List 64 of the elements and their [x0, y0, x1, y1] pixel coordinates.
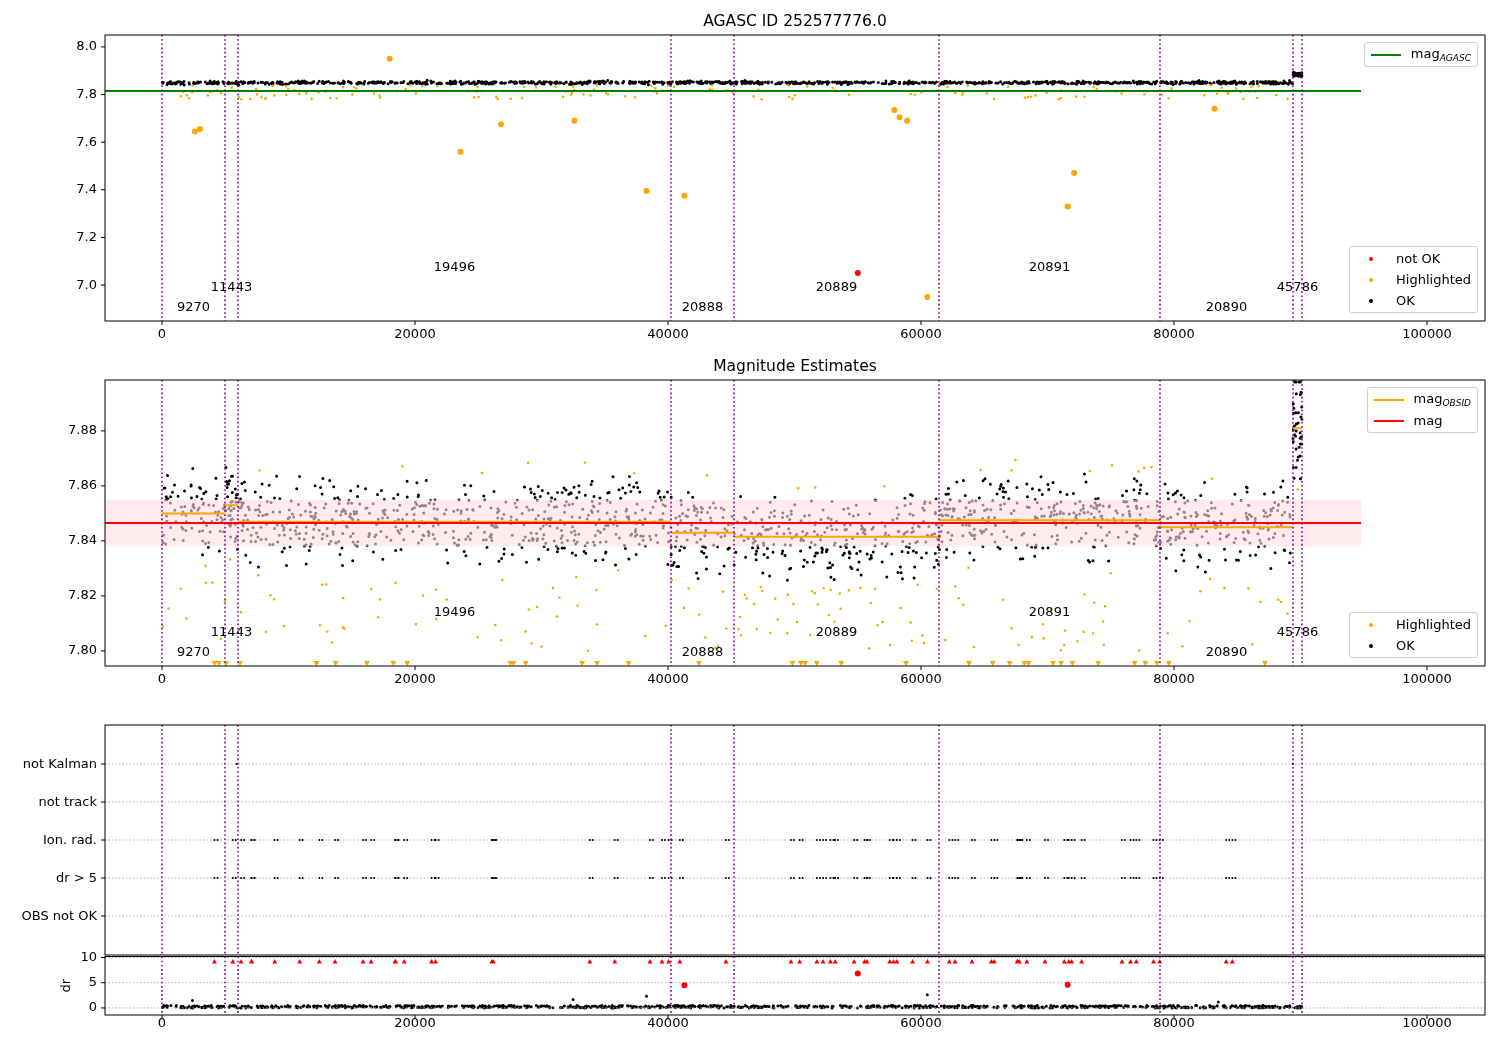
x-tick-label: 80000	[1153, 326, 1195, 341]
legend-label: not OK	[1396, 251, 1441, 266]
y-tick-label: 7.8	[76, 86, 97, 102]
x-tick-label: 60000	[900, 671, 942, 686]
y-tick-label: 7.86	[68, 477, 97, 493]
y-tick-label: 10	[80, 949, 97, 964]
chart-title: Magnitude Estimates	[713, 357, 877, 375]
x-tick-label: 40000	[647, 326, 689, 341]
x-tick-label: 0	[157, 326, 167, 341]
obsid-label: 11443	[210, 623, 253, 639]
x-tick-label: 40000	[647, 671, 689, 686]
x-tick-label: 60000	[900, 1015, 942, 1030]
legend-label: Highlighted	[1396, 617, 1471, 632]
x-tick-label: 100000	[1402, 1015, 1452, 1030]
y-tick-label: 0	[88, 999, 97, 1015]
legend-label: mag	[1413, 413, 1443, 428]
y-tick-label: 7.84	[68, 532, 97, 548]
y-tick-label: 7.80	[68, 642, 97, 658]
x-tick-label: 60000	[900, 326, 942, 341]
obsid-label: 20888	[681, 298, 724, 314]
obsid-label: 20890	[1205, 643, 1248, 659]
y-tick-label: 7.6	[76, 133, 97, 149]
obsid-label: 9270	[176, 643, 211, 659]
x-tick-label: 0	[157, 1015, 167, 1030]
y-tick-label: 7.82	[68, 587, 97, 603]
y-axis-label: dr	[58, 978, 73, 993]
obsid-label: 9270	[176, 298, 211, 314]
x-tick-label: 100000	[1402, 671, 1452, 686]
y-tick-label: 7.4	[76, 181, 97, 197]
x-tick-label: 100000	[1402, 326, 1452, 341]
obsid-label: 45786	[1276, 278, 1319, 294]
obsid-label: 19496	[433, 603, 476, 619]
y-tick-label: 7.0	[76, 276, 97, 292]
obsid-label: 20889	[815, 278, 858, 294]
x-tick-label: 40000	[647, 1015, 689, 1030]
y-tick-label: 7.2	[76, 228, 97, 244]
obsid-label: 20889	[815, 623, 858, 639]
legend-label: mag$_{OBSID}$	[1413, 391, 1471, 408]
obsid-label: 20891	[1028, 258, 1071, 274]
legend-label: OK	[1396, 638, 1415, 653]
obsid-label: 11443	[210, 278, 253, 294]
chart-title: AGASC ID 252577776.0	[703, 12, 887, 30]
y-tick-label: 8.0	[76, 38, 97, 54]
obsid-label: 20888	[681, 643, 724, 659]
obsid-label: 45786	[1276, 623, 1319, 639]
y-tick-label: not track	[38, 793, 97, 809]
x-tick-label: 80000	[1153, 1015, 1195, 1030]
x-tick-label: 20000	[394, 671, 436, 686]
x-tick-label: 20000	[394, 326, 436, 341]
y-tick-label: 7.88	[68, 422, 97, 438]
obsid-label: 20890	[1205, 298, 1248, 314]
y-tick-label: Ion. rad.	[43, 831, 97, 847]
obsid-label: 20891	[1028, 603, 1071, 619]
y-tick-label: OBS not OK	[21, 907, 97, 923]
x-tick-label: 20000	[394, 1015, 436, 1030]
x-tick-label: 0	[157, 671, 167, 686]
y-tick-label: 5	[88, 974, 97, 990]
obsid-label: 19496	[433, 258, 476, 274]
y-tick-label: dr > 5	[55, 869, 97, 885]
legend-label: OK	[1396, 293, 1415, 308]
x-tick-label: 80000	[1153, 671, 1195, 686]
legend-label: Highlighted	[1396, 272, 1471, 287]
y-tick-label: not Kalman	[22, 755, 97, 771]
legend-label: mag$_{AGASC}$	[1410, 46, 1471, 63]
